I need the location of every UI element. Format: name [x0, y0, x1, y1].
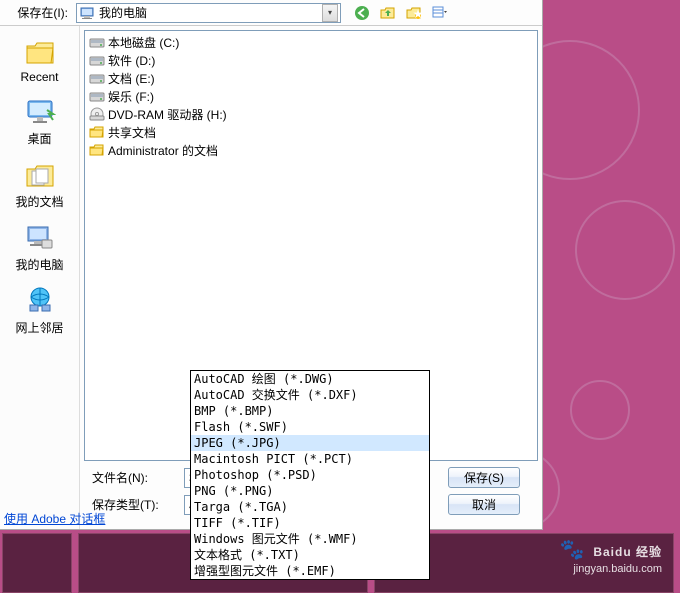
- computer-icon: [79, 5, 95, 21]
- save-in-label: 保存在(I):: [4, 4, 72, 21]
- list-item[interactable]: 软件 (D:): [87, 51, 535, 69]
- list-item-label: Administrator 的文档: [108, 142, 218, 159]
- list-item[interactable]: 文档 (E:): [87, 69, 535, 87]
- network-icon: [24, 285, 56, 317]
- save-button[interactable]: 保存(S): [448, 467, 520, 488]
- list-item[interactable]: 娱乐 (F:): [87, 87, 535, 105]
- save-in-value: 我的电脑: [99, 4, 322, 21]
- sidebar-item-recent[interactable]: Recent: [0, 30, 79, 90]
- dropdown-option[interactable]: Windows 图元文件 (*.WMF): [191, 531, 429, 547]
- view-icon: [432, 5, 448, 21]
- back-button[interactable]: [351, 3, 373, 23]
- list-item-label: DVD-RAM 驱动器 (H:): [108, 106, 227, 123]
- list-item-label: 共享文档: [108, 124, 156, 141]
- dropdown-option[interactable]: TIFF (*.TIF): [191, 515, 429, 531]
- up-folder-icon: [380, 5, 396, 21]
- dropdown-option[interactable]: PNG (*.PNG): [191, 483, 429, 499]
- back-arrow-icon: [354, 5, 370, 21]
- list-item-label: 娱乐 (F:): [108, 88, 154, 105]
- dropdown-option[interactable]: AutoCAD 绘图 (*.DWG): [191, 371, 429, 387]
- sidebar-item-computer[interactable]: 我的电脑: [0, 216, 79, 279]
- new-folder-icon: ★: [406, 5, 422, 21]
- sidebar-item-network[interactable]: 网上邻居: [0, 279, 79, 342]
- computer-icon: [24, 222, 56, 254]
- save-in-dropdown[interactable]: 我的电脑 ▾: [76, 3, 341, 23]
- dropdown-option[interactable]: 增强型图元文件 (*.EMF): [191, 563, 429, 579]
- list-item[interactable]: 共享文档: [87, 123, 535, 141]
- dropdown-option[interactable]: Photoshop (*.PSD): [191, 467, 429, 483]
- adobe-link-row: 使用 Adobe 对话框: [4, 510, 105, 527]
- cancel-button[interactable]: 取消: [448, 494, 520, 515]
- dropdown-option[interactable]: 文本格式 (*.TXT): [191, 547, 429, 563]
- dropdown-option[interactable]: JPEG (*.JPG): [191, 435, 429, 451]
- dropdown-option[interactable]: Macintosh PICT (*.PCT): [191, 451, 429, 467]
- list-item[interactable]: 本地磁盘 (C:): [87, 33, 535, 51]
- documents-icon: [24, 159, 56, 191]
- top-row: 保存在(I): 我的电脑 ▾ ★: [0, 0, 542, 26]
- type-dropdown-list[interactable]: AutoCAD 绘图 (*.DWG)AutoCAD 交换文件 (*.DXF)BM…: [190, 370, 430, 580]
- dropdown-option[interactable]: Flash (*.SWF): [191, 419, 429, 435]
- list-item-label: 文档 (E:): [108, 70, 155, 87]
- adobe-dialog-link[interactable]: 使用 Adobe 对话框: [4, 512, 105, 526]
- chevron-down-icon: ▾: [322, 4, 338, 22]
- watermark: 🐾 Baidu 经验 jingyan.baidu.com: [560, 535, 662, 575]
- filename-label: 文件名(N):: [88, 469, 178, 486]
- recent-folder-icon: [24, 36, 56, 68]
- list-item-label: 软件 (D:): [108, 52, 155, 69]
- svg-text:★: ★: [413, 7, 422, 21]
- desktop-icon: [24, 96, 56, 128]
- watermark-main: 🐾 Baidu 经验: [560, 535, 662, 563]
- view-menu-button[interactable]: [429, 3, 451, 23]
- paw-icon: 🐾: [560, 539, 586, 561]
- places-sidebar: Recent 桌面 我的文档 我的电脑 网上邻居: [0, 26, 80, 529]
- new-folder-button[interactable]: ★: [403, 3, 425, 23]
- sidebar-item-documents[interactable]: 我的文档: [0, 153, 79, 216]
- list-item[interactable]: Administrator 的文档: [87, 141, 535, 159]
- dropdown-option[interactable]: Targa (*.TGA): [191, 499, 429, 515]
- dropdown-option[interactable]: BMP (*.BMP): [191, 403, 429, 419]
- toolbar-icons: ★: [351, 3, 451, 23]
- sidebar-item-desktop[interactable]: 桌面: [0, 90, 79, 153]
- list-item-label: 本地磁盘 (C:): [108, 34, 179, 51]
- up-button[interactable]: [377, 3, 399, 23]
- list-item[interactable]: DVD-RAM 驱动器 (H:): [87, 105, 535, 123]
- dropdown-option[interactable]: AutoCAD 交换文件 (*.DXF): [191, 387, 429, 403]
